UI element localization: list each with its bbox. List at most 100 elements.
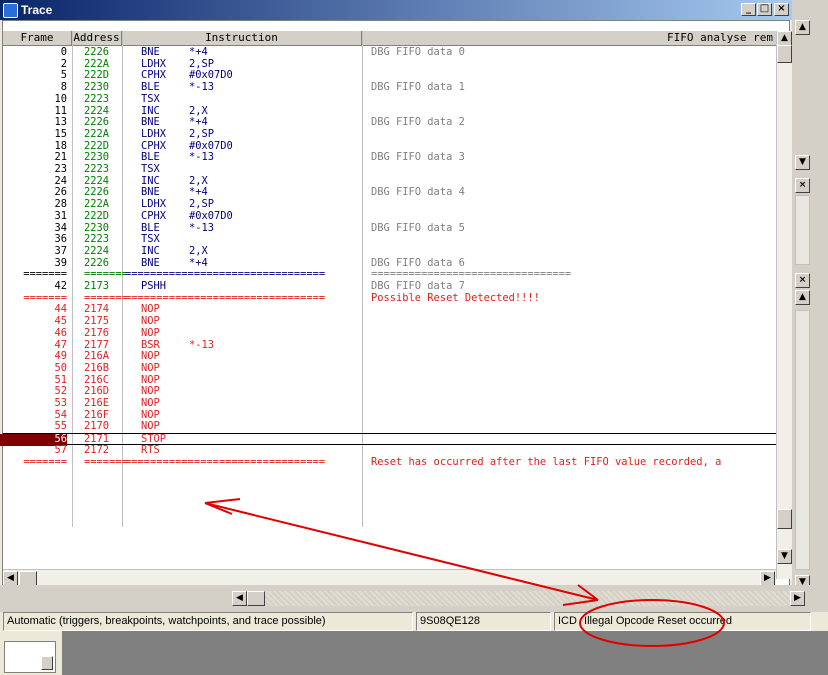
operand-cell: 2,X <box>189 245 208 257</box>
trace-row[interactable]: 28 222A LDHX 2,SP <box>3 199 776 211</box>
scrollbar-thumb[interactable] <box>19 571 37 586</box>
scrollbar-track[interactable] <box>265 591 790 606</box>
scrollbar-track[interactable] <box>795 310 810 570</box>
column-header: Frame Address Instruction FIFO analyse r… <box>3 31 776 46</box>
trace-row[interactable]: 2 222A LDHX 2,SP <box>3 59 776 71</box>
trace-window-icon <box>3 3 18 18</box>
fifo-remark-cell: DBG FIFO data 4 <box>371 187 465 199</box>
address-cell: 216B <box>84 362 110 374</box>
operand-cell: *-13 <box>189 152 215 164</box>
trace-row[interactable]: 13 2226 BNE *+4 DBG FIFO data 2 <box>3 117 776 129</box>
fifo-remark-cell: DBG FIFO data 3 <box>371 152 465 164</box>
address-cell: 216A <box>84 351 110 363</box>
trace-row[interactable]: 26 2226 BNE *+4 DBG FIFO data 4 <box>3 187 776 199</box>
frame-cell: 13 <box>54 117 67 129</box>
scrollbar-thumb[interactable] <box>777 509 792 529</box>
address-cell: 2223 <box>84 93 110 105</box>
address-cell: 2175 <box>84 316 110 328</box>
scroll-up-arrow[interactable]: ▲ <box>795 290 810 305</box>
close-button[interactable]: × <box>774 3 789 16</box>
operand-cell: *-13 <box>189 82 215 94</box>
scroll-right-arrow[interactable]: ▶ <box>790 591 805 606</box>
vertical-scrollbar[interactable]: ▲ ▼ <box>776 31 792 579</box>
trace-row[interactable]: 44 2174 NOP <box>3 304 776 316</box>
address-cell: 222D <box>84 210 110 222</box>
trace-row[interactable]: 36 2223 TSX <box>3 234 776 246</box>
maximize-button[interactable]: □ <box>757 3 772 16</box>
frame-cell: 23 <box>54 164 67 175</box>
trace-row[interactable]: ======= ======= ==========================… <box>3 293 776 305</box>
frame-cell: 47 <box>54 339 67 351</box>
trace-row[interactable]: 34 2230 BLE *-13 DBG FIFO data 5 <box>3 223 776 235</box>
scroll-up-arrow[interactable]: ▲ <box>777 31 792 46</box>
trace-row[interactable]: 49 216A NOP <box>3 351 776 363</box>
mnemonic-cell: NOP <box>141 351 160 363</box>
address-cell: 2173 <box>84 281 110 292</box>
mnemonic-cell: NOP <box>141 304 160 316</box>
column-instruction[interactable]: Instruction <box>122 31 362 46</box>
trace-row[interactable]: 10 2223 TSX <box>3 94 776 106</box>
trace-row[interactable]: 55 2170 NOP <box>3 421 776 433</box>
fifo-remark-cell: DBG FIFO data 6 <box>371 257 465 269</box>
trace-row[interactable]: 21 2230 BLE *-13 DBG FIFO data 3 <box>3 152 776 164</box>
trace-row[interactable]: 56 2171 STOP <box>0 433 776 446</box>
trace-row[interactable]: 57 2172 RTS <box>3 445 776 457</box>
operand-cell: *+4 <box>189 117 208 129</box>
scroll-left-arrow[interactable]: ◀ <box>232 591 247 606</box>
mnemonic-cell: NOP <box>141 316 160 328</box>
trace-row[interactable]: 45 2175 NOP <box>3 316 776 328</box>
trace-row[interactable]: 24 2224 INC 2,X <box>3 176 776 188</box>
trace-row[interactable]: 5 222D CPHX #0x07D0 <box>3 70 776 82</box>
main-window-frame: ◀ ▶ <box>0 585 828 612</box>
frame-cell: 28 <box>54 199 67 211</box>
trace-row[interactable]: 54 216F NOP <box>3 410 776 422</box>
column-address[interactable]: Address <box>72 31 122 46</box>
trace-row[interactable]: 42 2173 PSHH DBG FIFO data 7 <box>3 281 776 293</box>
scroll-down-arrow[interactable] <box>41 656 53 670</box>
address-cell: 2170 <box>84 421 110 433</box>
close-icon[interactable]: × <box>795 178 810 193</box>
scrollbar-thumb[interactable] <box>777 45 792 63</box>
trace-row[interactable]: 23 2223 TSX <box>3 164 776 176</box>
frame-cell: 26 <box>54 187 67 199</box>
trace-row[interactable]: 39 2226 BNE *+4 DBG FIFO data 6 <box>3 258 776 270</box>
scrollbar-track[interactable] <box>795 195 810 265</box>
trace-row[interactable]: 50 216B NOP <box>3 363 776 375</box>
trace-row[interactable]: 18 222D CPHX #0x07D0 <box>3 141 776 153</box>
operand-cell: *+4 <box>189 257 208 269</box>
trace-row[interactable]: ======= ======= ==========================… <box>3 269 776 281</box>
trace-row[interactable]: 37 2224 INC 2,X <box>3 246 776 258</box>
column-frame[interactable]: Frame <box>3 31 72 46</box>
scrollbar-thumb[interactable] <box>247 591 265 606</box>
frame-cell: 10 <box>54 93 67 105</box>
trace-titlebar[interactable]: Trace _ □ × <box>0 0 792 20</box>
trace-row[interactable]: 15 222A LDHX 2,SP <box>3 129 776 141</box>
trace-row[interactable]: 51 216C NOP <box>3 375 776 387</box>
trace-row[interactable]: 47 2177 BSR *-13 <box>3 340 776 352</box>
frame-cell: 52 <box>54 386 67 398</box>
address-cell: 2230 <box>84 222 110 234</box>
trace-row[interactable]: 46 2176 NOP <box>3 328 776 340</box>
close-icon[interactable]: × <box>795 273 810 288</box>
trace-row[interactable]: 0 2226 BNE *+4 DBG FIFO data 0 <box>3 47 776 59</box>
scroll-up-arrow[interactable]: ▲ <box>795 20 810 35</box>
trace-row[interactable]: 52 216D NOP <box>3 386 776 398</box>
window-title: Trace <box>21 3 53 17</box>
horizontal-scrollbar[interactable]: ◀ ▶ <box>3 569 776 586</box>
trace-row[interactable]: ======= ======= ==========================… <box>3 457 776 469</box>
address-cell: 2223 <box>84 234 110 246</box>
scroll-down-arrow[interactable]: ▼ <box>795 155 810 170</box>
scroll-right-arrow[interactable]: ▶ <box>760 571 775 586</box>
mnemonic-cell: LDHX <box>141 58 167 70</box>
trace-row[interactable]: 31 222D CPHX #0x07D0 <box>3 211 776 223</box>
trace-row[interactable]: 11 2224 INC 2,X <box>3 106 776 118</box>
minimize-button[interactable]: _ <box>741 3 756 16</box>
trace-row[interactable]: 53 216E NOP <box>3 398 776 410</box>
frame-cell: 37 <box>54 245 67 257</box>
scroll-left-arrow[interactable]: ◀ <box>3 571 18 586</box>
trace-row[interactable]: 8 2230 BLE *-13 DBG FIFO data 1 <box>3 82 776 94</box>
scroll-down-arrow[interactable]: ▼ <box>777 549 792 564</box>
background-window: ▲ ▼ × × ▲ ▼ <box>792 0 828 612</box>
column-fifo[interactable]: FIFO analyse rem <box>362 31 776 46</box>
mini-window[interactable] <box>0 631 62 675</box>
